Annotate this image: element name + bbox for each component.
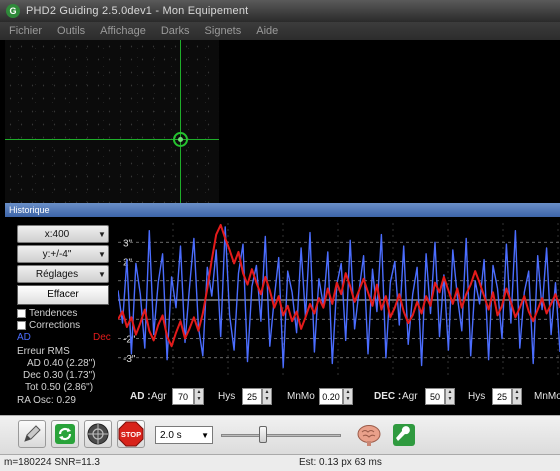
- trends-label: Tendences: [29, 308, 78, 319]
- pencil-button[interactable]: [18, 420, 46, 448]
- history-panel: Historique x:400 ▼ y:+/-4" ▼ Réglages ▼ …: [5, 203, 560, 415]
- chevron-down-icon: ▼: [98, 249, 106, 259]
- ra-hys-label: Hys: [218, 391, 236, 402]
- menu-darks[interactable]: Darks: [152, 25, 196, 37]
- menu-outils[interactable]: Outils: [48, 25, 91, 37]
- checkbox-box[interactable]: [17, 309, 26, 318]
- clear-button[interactable]: Effacer: [17, 285, 109, 305]
- corrections-label: Corrections: [29, 320, 81, 331]
- gamma-slider-thumb[interactable]: [259, 426, 267, 443]
- rms-total: Tot 0.50 (2.86"): [25, 382, 94, 393]
- stop-button[interactable]: STOP: [117, 420, 145, 448]
- menu-affichage[interactable]: Affichage: [91, 25, 152, 37]
- rms-title: Erreur RMS: [17, 346, 70, 357]
- ra-min-move-input[interactable]: 0.20: [319, 388, 343, 405]
- guide-star-marker: [173, 132, 188, 147]
- dec-params-label: DEC :: [374, 391, 402, 402]
- target-icon: [87, 423, 109, 445]
- main-toolbar: STOP 2.0 s ▼: [0, 415, 560, 454]
- loop-button[interactable]: [51, 420, 79, 448]
- menu-aide[interactable]: Aide: [247, 25, 284, 37]
- exposure-value: 2.0 s: [160, 429, 182, 441]
- ra-aggression-input[interactable]: 70: [172, 388, 194, 405]
- crosshair-vertical: [180, 40, 181, 203]
- title-bar: G PHD2 Guiding 2.5.0dev1 - Mon Equipemen…: [0, 0, 560, 22]
- settings-label: Réglages: [35, 268, 79, 280]
- ra-hysteresis-spinner[interactable]: ▲ ▼: [262, 388, 272, 405]
- x-scale-label: x:400: [44, 228, 70, 240]
- guide-button[interactable]: [84, 420, 112, 448]
- camera-view[interactable]: [0, 40, 560, 203]
- ra-mnmo-label: MnMo: [287, 391, 315, 402]
- window-title: PHD2 Guiding 2.5.0dev1 - Mon Equipement: [26, 5, 249, 17]
- dec-hys-label: Hys: [468, 391, 486, 402]
- corrections-checkbox[interactable]: Corrections: [17, 320, 80, 331]
- rms-dec: Dec 0.30 (1.73"): [23, 370, 96, 381]
- guide-params: AD : Agr 70 ▲ ▼ Hys 25 ▲ ▼ MnMo 0.20 ▲ ▼ DE…: [118, 383, 560, 415]
- ra-agr-label: Agr: [151, 391, 167, 402]
- guide-graph[interactable]: 3" 2" -2" -3": [118, 217, 560, 383]
- gamma-slider[interactable]: [221, 434, 341, 437]
- phd2-app-icon[interactable]: G: [6, 4, 20, 18]
- y-tick-label: 3": [123, 238, 133, 249]
- dec-agr-label: Agr: [402, 391, 418, 402]
- ra-oscillation: RA Osc: 0.29: [17, 395, 76, 406]
- dec-mnmo-label: MnMo: [534, 391, 560, 402]
- dec-hysteresis-spinner[interactable]: ▲ ▼: [512, 388, 522, 405]
- ra-params-label: AD :: [130, 391, 151, 402]
- camera-frame[interactable]: [5, 40, 219, 203]
- history-panel-header: Historique: [5, 203, 560, 217]
- advanced-settings-button[interactable]: [390, 421, 418, 449]
- wrench-icon: [393, 424, 415, 446]
- legend-ra: AD: [17, 332, 31, 343]
- menu-bar: Fichier Outils Affichage Darks Signets A…: [0, 22, 560, 40]
- dec-aggression-input[interactable]: 50: [425, 388, 445, 405]
- settings-dropdown[interactable]: Réglages ▼: [17, 265, 109, 283]
- legend-dec: Dec: [93, 332, 111, 343]
- ra-aggression-spinner[interactable]: ▲ ▼: [194, 388, 204, 405]
- dec-aggression-spinner[interactable]: ▲ ▼: [445, 388, 455, 405]
- menu-fichier[interactable]: Fichier: [0, 25, 48, 37]
- y-scale-dropdown[interactable]: y:+/-4" ▼: [17, 245, 109, 263]
- brain-icon: [357, 425, 381, 446]
- y-tick-label: -2": [123, 335, 136, 346]
- pencil-icon: [24, 425, 41, 442]
- ra-hysteresis-input[interactable]: 25: [242, 388, 262, 405]
- chevron-down-icon: ▼: [98, 269, 106, 279]
- brain-button[interactable]: [355, 421, 383, 449]
- y-tick-label: -3": [123, 354, 136, 365]
- ra-min-move-spinner[interactable]: ▲ ▼: [343, 388, 353, 405]
- svg-text:STOP: STOP: [121, 430, 141, 439]
- dec-hysteresis-input[interactable]: 25: [492, 388, 512, 405]
- status-exposure-info: Est: 0.13 px 63 ms: [299, 457, 382, 468]
- trends-checkbox[interactable]: Tendences: [17, 308, 77, 319]
- history-controls: x:400 ▼ y:+/-4" ▼ Réglages ▼ Effacer Ten…: [5, 217, 118, 415]
- stop-icon: STOP: [118, 421, 144, 447]
- exposure-dropdown[interactable]: 2.0 s ▼: [155, 426, 213, 444]
- star-field: [5, 40, 219, 203]
- guide-graph-svg: 3"2"-2"-3": [118, 217, 560, 383]
- status-snr: m=180224 SNR=11.3: [4, 457, 100, 468]
- chevron-down-icon: ▼: [98, 229, 106, 239]
- x-scale-dropdown[interactable]: x:400 ▼: [17, 225, 109, 243]
- rms-ra: AD 0.40 (2.28"): [27, 358, 96, 369]
- status-bar: m=180224 SNR=11.3 Est: 0.13 px 63 ms: [0, 454, 560, 471]
- checkbox-box[interactable]: [17, 321, 26, 330]
- loop-icon: [55, 424, 75, 444]
- chevron-down-icon: ▼: [201, 430, 209, 440]
- menu-signets[interactable]: Signets: [196, 25, 248, 37]
- y-scale-label: y:+/-4": [42, 248, 72, 260]
